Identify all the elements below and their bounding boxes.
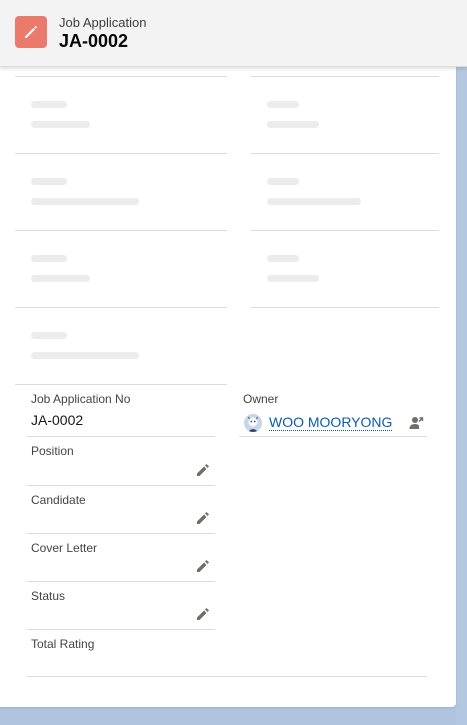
background-strip [456, 66, 467, 725]
object-label: Job Application [59, 15, 147, 30]
skeleton-line [267, 101, 299, 108]
skeleton-line [31, 121, 90, 128]
skeleton-line [267, 255, 299, 262]
skeleton-line [267, 198, 361, 205]
skeleton-divider [251, 307, 439, 308]
skeleton-divider [251, 76, 439, 77]
page-title: JA-0002 [59, 31, 129, 51]
pencil-edit-icon[interactable] [196, 463, 210, 477]
skeleton-divider [15, 153, 227, 154]
field-divider [27, 533, 215, 534]
skeleton-divider [251, 153, 439, 154]
skeleton-line [31, 255, 67, 262]
pencil-edit-icon[interactable] [196, 511, 210, 525]
field-label: Total Rating [31, 637, 95, 651]
pencil-edit-icon[interactable] [196, 559, 210, 573]
skeleton-line [31, 332, 67, 339]
skeleton-line [31, 101, 67, 108]
skeleton-divider [15, 76, 227, 77]
skeleton-divider [15, 230, 227, 231]
owner-link[interactable]: WOO MOORYONG [269, 414, 393, 431]
field-divider [27, 485, 215, 486]
skeleton-line [267, 121, 319, 128]
field-label: Candidate [31, 493, 86, 507]
field-divider [239, 436, 427, 437]
field-label: Cover Letter [31, 541, 98, 555]
skeleton-divider [15, 307, 227, 308]
skeleton-line [31, 275, 90, 282]
field-divider [27, 581, 215, 582]
pencil-icon [15, 16, 47, 48]
skeleton-line [267, 275, 319, 282]
field-label: Owner [243, 392, 279, 406]
user-avatar-icon [244, 414, 262, 432]
record-header: Job Application JA-0002 [0, 0, 467, 67]
skeleton-line [31, 178, 67, 185]
skeleton-divider [15, 384, 227, 385]
skeleton-line [267, 178, 299, 185]
field-value: JA-0002 [31, 412, 84, 428]
record-detail-card [0, 66, 456, 707]
field-divider [27, 436, 215, 437]
field-divider [27, 629, 215, 630]
field-label: Status [31, 589, 66, 603]
skeleton-line [31, 352, 139, 359]
pencil-edit-icon[interactable] [196, 607, 210, 621]
field-label: Position [31, 444, 74, 458]
change-owner-icon[interactable] [408, 415, 424, 431]
skeleton-line [31, 198, 139, 205]
field-divider [27, 676, 427, 677]
field-label: Job Application No [31, 392, 131, 406]
skeleton-divider [251, 230, 439, 231]
